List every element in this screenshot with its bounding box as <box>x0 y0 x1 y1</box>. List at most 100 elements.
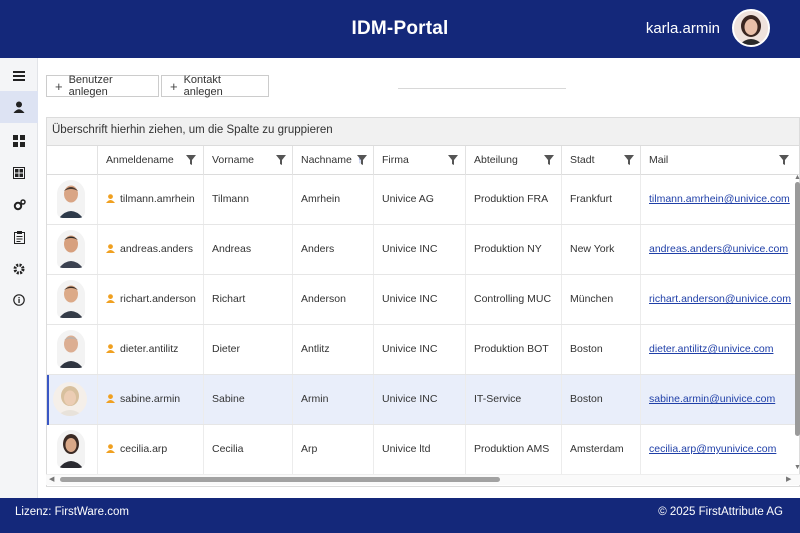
column-header-login[interactable]: Anmeldename <box>97 146 203 175</box>
filter-icon[interactable] <box>624 155 634 165</box>
username-label[interactable]: karla.armin <box>646 20 720 37</box>
lastname-cell: Armin <box>292 375 373 424</box>
user-photo <box>57 330 85 368</box>
department-cell: Produktion NY <box>465 225 561 274</box>
mail-link[interactable]: tilmann.amrhein@univice.com <box>640 175 799 224</box>
create-user-label: Benutzer anlegen <box>68 74 113 98</box>
column-header-city[interactable]: Stadt <box>561 146 640 175</box>
scroll-up-arrow[interactable]: ▲ <box>794 174 800 181</box>
group-panel[interactable]: Überschrift hierhin ziehen, um die Spalt… <box>47 118 799 146</box>
filter-icon[interactable] <box>779 155 789 165</box>
login-text: tilmann.amrhein <box>120 193 195 205</box>
plus-icon: + <box>55 78 63 94</box>
city-cell: Frankfurt <box>561 175 640 224</box>
column-header-firstname[interactable]: Vorname <box>203 146 292 175</box>
table-row[interactable]: tilmann.amrhein Tilmann Amrhein Univice … <box>47 175 799 225</box>
filter-icon[interactable] <box>544 155 554 165</box>
user-icon <box>106 294 115 303</box>
column-header-company[interactable]: Firma <box>373 146 465 175</box>
column-label: Mail <box>649 154 669 166</box>
login-text: sabine.armin <box>120 393 181 405</box>
mail-link[interactable]: dieter.antilitz@univice.com <box>640 325 799 374</box>
login-text: cecilia.arp <box>120 443 168 455</box>
column-label: Nachname <box>301 154 352 166</box>
department-cell: IT-Service <box>465 375 561 424</box>
filter-icon[interactable] <box>276 155 286 165</box>
city-cell: München <box>561 275 640 324</box>
mail-link[interactable]: richart.anderson@univice.com <box>640 275 799 324</box>
column-header-photo <box>47 146 97 175</box>
company-cell: Univice INC <box>373 275 465 324</box>
filter-icon[interactable] <box>448 155 458 165</box>
vertical-scroll-thumb[interactable] <box>795 182 800 436</box>
clipboard-icon[interactable] <box>0 221 38 253</box>
groups-icon[interactable] <box>0 157 38 189</box>
gear-icon[interactable] <box>0 253 38 285</box>
city-cell: New York <box>561 225 640 274</box>
city-cell: Boston <box>561 325 640 374</box>
scroll-right-arrow[interactable]: ▶ <box>786 475 791 483</box>
column-header-lastname[interactable]: Nachname ↑ <box>292 146 373 175</box>
firstname-cell: Richart <box>203 275 292 324</box>
column-label: Firma <box>382 154 409 166</box>
column-header-department[interactable]: Abteilung <box>465 146 561 175</box>
lastname-cell: Antlitz <box>292 325 373 374</box>
column-label: Abteilung <box>474 154 518 166</box>
create-user-button[interactable]: + Benutzer anlegen <box>46 74 159 98</box>
department-cell: Produktion BOT <box>465 325 561 374</box>
create-contact-button[interactable]: + Kontakt anlegen <box>161 74 269 98</box>
settings-gears-icon[interactable] <box>0 189 38 221</box>
table-row[interactable]: cecilia.arp Cecilia Arp Univice ltd Prod… <box>47 425 799 475</box>
table-row[interactable]: richart.anderson Richart Anderson Univic… <box>47 275 799 325</box>
company-cell: Univice INC <box>373 225 465 274</box>
mail-link[interactable]: sabine.armin@univice.com <box>640 375 799 424</box>
user-icon <box>106 344 115 353</box>
dashboard-icon[interactable] <box>0 125 38 157</box>
column-header-mail[interactable]: Mail <box>640 146 799 175</box>
login-cell: sabine.armin <box>97 375 203 424</box>
login-text: andreas.anders <box>120 243 193 255</box>
scroll-down-arrow[interactable]: ▼ <box>794 464 800 471</box>
filter-icon[interactable] <box>357 155 367 165</box>
login-cell: dieter.antilitz <box>97 325 203 374</box>
search-underline[interactable] <box>398 88 566 89</box>
user-avatar[interactable] <box>732 9 770 47</box>
department-cell: Produktion AMS <box>465 425 561 474</box>
column-label: Anmeldename <box>106 154 174 166</box>
department-cell: Controlling MUC <box>465 275 561 324</box>
footer: Lizenz: FirstWare.com © 2025 FirstAttrib… <box>0 498 800 533</box>
license-text: Lizenz: FirstWare.com <box>15 506 129 518</box>
firstname-cell: Andreas <box>203 225 292 274</box>
lastname-cell: Arp <box>292 425 373 474</box>
info-icon[interactable] <box>0 284 38 316</box>
firstname-cell: Cecilia <box>203 425 292 474</box>
firstname-cell: Dieter <box>203 325 292 374</box>
table-row[interactable]: dieter.antilitz Dieter Antlitz Univice I… <box>47 325 799 375</box>
scroll-left-arrow[interactable]: ◀ <box>49 475 54 483</box>
login-cell: cecilia.arp <box>97 425 203 474</box>
filter-icon[interactable] <box>186 155 196 165</box>
login-cell: richart.anderson <box>97 275 203 324</box>
company-cell: Univice INC <box>373 325 465 374</box>
user-photo <box>57 280 85 318</box>
login-cell: tilmann.amrhein <box>97 175 203 224</box>
mail-link[interactable]: andreas.anders@univice.com <box>640 225 799 274</box>
horizontal-scroll-thumb[interactable] <box>60 477 500 482</box>
photo-cell <box>47 225 97 274</box>
company-cell: Univice INC <box>373 375 465 424</box>
lastname-cell: Anderson <box>292 275 373 324</box>
copyright-text: © 2025 FirstAttribute AG <box>658 506 783 518</box>
sidebar <box>0 58 38 498</box>
firstname-cell: Tilmann <box>203 175 292 224</box>
table-row[interactable]: andreas.anders Andreas Anders Univice IN… <box>47 225 799 275</box>
column-label: Stadt <box>570 154 595 166</box>
menu-icon[interactable] <box>0 60 38 92</box>
lastname-cell: Amrhein <box>292 175 373 224</box>
user-icon[interactable] <box>0 91 38 123</box>
city-cell: Boston <box>561 375 640 424</box>
mail-link[interactable]: cecilia.arp@myunivice.com <box>640 425 799 474</box>
table-row-selected[interactable]: sabine.armin Sabine Armin Univice INC IT… <box>47 375 799 425</box>
department-cell: Produktion FRA <box>465 175 561 224</box>
photo-cell <box>47 375 97 424</box>
photo-cell <box>47 425 97 474</box>
